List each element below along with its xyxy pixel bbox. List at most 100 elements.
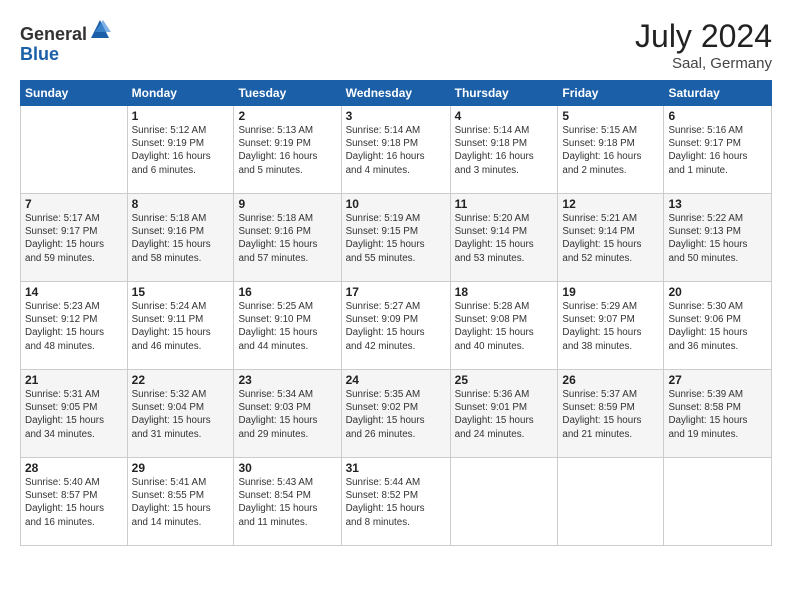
day-number: 6 <box>668 109 767 123</box>
day-number: 13 <box>668 197 767 211</box>
calendar-cell: 22Sunrise: 5:32 AMSunset: 9:04 PMDayligh… <box>127 370 234 458</box>
day-number: 28 <box>25 461 123 475</box>
day-number: 19 <box>562 285 659 299</box>
calendar-cell: 16Sunrise: 5:25 AMSunset: 9:10 PMDayligh… <box>234 282 341 370</box>
calendar-week-1: 7Sunrise: 5:17 AMSunset: 9:17 PMDaylight… <box>21 194 772 282</box>
calendar-cell: 12Sunrise: 5:21 AMSunset: 9:14 PMDayligh… <box>558 194 664 282</box>
calendar-cell: 28Sunrise: 5:40 AMSunset: 8:57 PMDayligh… <box>21 458 128 546</box>
calendar-cell: 26Sunrise: 5:37 AMSunset: 8:59 PMDayligh… <box>558 370 664 458</box>
calendar-cell <box>21 106 128 194</box>
calendar-header-row: Sunday Monday Tuesday Wednesday Thursday… <box>21 81 772 106</box>
calendar-cell: 30Sunrise: 5:43 AMSunset: 8:54 PMDayligh… <box>234 458 341 546</box>
cell-content: Sunrise: 5:24 AMSunset: 9:11 PMDaylight:… <box>132 300 230 353</box>
cell-content: Sunrise: 5:16 AMSunset: 9:17 PMDaylight:… <box>668 124 767 177</box>
cell-content: Sunrise: 5:19 AMSunset: 9:15 PMDaylight:… <box>346 212 446 265</box>
calendar-week-4: 28Sunrise: 5:40 AMSunset: 8:57 PMDayligh… <box>21 458 772 546</box>
day-number: 7 <box>25 197 123 211</box>
cell-content: Sunrise: 5:14 AMSunset: 9:18 PMDaylight:… <box>346 124 446 177</box>
cell-content: Sunrise: 5:18 AMSunset: 9:16 PMDaylight:… <box>132 212 230 265</box>
calendar-cell <box>664 458 772 546</box>
day-number: 5 <box>562 109 659 123</box>
cell-content: Sunrise: 5:21 AMSunset: 9:14 PMDaylight:… <box>562 212 659 265</box>
calendar-cell: 3Sunrise: 5:14 AMSunset: 9:18 PMDaylight… <box>341 106 450 194</box>
calendar-cell: 8Sunrise: 5:18 AMSunset: 9:16 PMDaylight… <box>127 194 234 282</box>
cell-content: Sunrise: 5:40 AMSunset: 8:57 PMDaylight:… <box>25 476 123 529</box>
cell-content: Sunrise: 5:28 AMSunset: 9:08 PMDaylight:… <box>455 300 554 353</box>
calendar-cell <box>450 458 558 546</box>
day-number: 1 <box>132 109 230 123</box>
cell-content: Sunrise: 5:35 AMSunset: 9:02 PMDaylight:… <box>346 388 446 441</box>
calendar-week-0: 1Sunrise: 5:12 AMSunset: 9:19 PMDaylight… <box>21 106 772 194</box>
day-number: 2 <box>238 109 336 123</box>
day-number: 3 <box>346 109 446 123</box>
calendar-cell: 24Sunrise: 5:35 AMSunset: 9:02 PMDayligh… <box>341 370 450 458</box>
calendar-cell: 31Sunrise: 5:44 AMSunset: 8:52 PMDayligh… <box>341 458 450 546</box>
cell-content: Sunrise: 5:25 AMSunset: 9:10 PMDaylight:… <box>238 300 336 353</box>
calendar-cell: 5Sunrise: 5:15 AMSunset: 9:18 PMDaylight… <box>558 106 664 194</box>
logo-icon <box>89 18 111 40</box>
day-number: 21 <box>25 373 123 387</box>
col-thursday: Thursday <box>450 81 558 106</box>
calendar-cell: 6Sunrise: 5:16 AMSunset: 9:17 PMDaylight… <box>664 106 772 194</box>
day-number: 12 <box>562 197 659 211</box>
title-block: July 2024 Saal, Germany <box>635 18 772 72</box>
calendar-cell: 9Sunrise: 5:18 AMSunset: 9:16 PMDaylight… <box>234 194 341 282</box>
logo: General Blue <box>20 18 111 65</box>
calendar-cell: 20Sunrise: 5:30 AMSunset: 9:06 PMDayligh… <box>664 282 772 370</box>
day-number: 29 <box>132 461 230 475</box>
calendar-cell: 7Sunrise: 5:17 AMSunset: 9:17 PMDaylight… <box>21 194 128 282</box>
calendar-cell: 4Sunrise: 5:14 AMSunset: 9:18 PMDaylight… <box>450 106 558 194</box>
cell-content: Sunrise: 5:32 AMSunset: 9:04 PMDaylight:… <box>132 388 230 441</box>
col-tuesday: Tuesday <box>234 81 341 106</box>
calendar-cell: 18Sunrise: 5:28 AMSunset: 9:08 PMDayligh… <box>450 282 558 370</box>
day-number: 16 <box>238 285 336 299</box>
logo-general: General <box>20 24 87 44</box>
day-number: 20 <box>668 285 767 299</box>
col-sunday: Sunday <box>21 81 128 106</box>
calendar-cell: 1Sunrise: 5:12 AMSunset: 9:19 PMDaylight… <box>127 106 234 194</box>
header: General Blue July 2024 Saal, Germany <box>20 18 772 72</box>
location: Saal, Germany <box>635 55 772 72</box>
calendar-cell: 19Sunrise: 5:29 AMSunset: 9:07 PMDayligh… <box>558 282 664 370</box>
col-saturday: Saturday <box>664 81 772 106</box>
day-number: 11 <box>455 197 554 211</box>
calendar-cell: 25Sunrise: 5:36 AMSunset: 9:01 PMDayligh… <box>450 370 558 458</box>
cell-content: Sunrise: 5:18 AMSunset: 9:16 PMDaylight:… <box>238 212 336 265</box>
cell-content: Sunrise: 5:22 AMSunset: 9:13 PMDaylight:… <box>668 212 767 265</box>
day-number: 23 <box>238 373 336 387</box>
cell-content: Sunrise: 5:15 AMSunset: 9:18 PMDaylight:… <box>562 124 659 177</box>
day-number: 10 <box>346 197 446 211</box>
day-number: 8 <box>132 197 230 211</box>
day-number: 31 <box>346 461 446 475</box>
calendar-cell: 27Sunrise: 5:39 AMSunset: 8:58 PMDayligh… <box>664 370 772 458</box>
calendar-cell: 13Sunrise: 5:22 AMSunset: 9:13 PMDayligh… <box>664 194 772 282</box>
calendar-cell: 14Sunrise: 5:23 AMSunset: 9:12 PMDayligh… <box>21 282 128 370</box>
day-number: 25 <box>455 373 554 387</box>
day-number: 4 <box>455 109 554 123</box>
cell-content: Sunrise: 5:29 AMSunset: 9:07 PMDaylight:… <box>562 300 659 353</box>
calendar-week-3: 21Sunrise: 5:31 AMSunset: 9:05 PMDayligh… <box>21 370 772 458</box>
calendar-cell: 2Sunrise: 5:13 AMSunset: 9:19 PMDaylight… <box>234 106 341 194</box>
calendar-week-2: 14Sunrise: 5:23 AMSunset: 9:12 PMDayligh… <box>21 282 772 370</box>
col-monday: Monday <box>127 81 234 106</box>
cell-content: Sunrise: 5:30 AMSunset: 9:06 PMDaylight:… <box>668 300 767 353</box>
calendar-cell: 10Sunrise: 5:19 AMSunset: 9:15 PMDayligh… <box>341 194 450 282</box>
cell-content: Sunrise: 5:41 AMSunset: 8:55 PMDaylight:… <box>132 476 230 529</box>
cell-content: Sunrise: 5:39 AMSunset: 8:58 PMDaylight:… <box>668 388 767 441</box>
logo-text: General Blue <box>20 18 111 65</box>
cell-content: Sunrise: 5:14 AMSunset: 9:18 PMDaylight:… <box>455 124 554 177</box>
logo-blue: Blue <box>20 44 59 64</box>
col-wednesday: Wednesday <box>341 81 450 106</box>
day-number: 27 <box>668 373 767 387</box>
day-number: 24 <box>346 373 446 387</box>
cell-content: Sunrise: 5:36 AMSunset: 9:01 PMDaylight:… <box>455 388 554 441</box>
cell-content: Sunrise: 5:20 AMSunset: 9:14 PMDaylight:… <box>455 212 554 265</box>
page: General Blue July 2024 Saal, Germany Sun… <box>0 0 792 612</box>
cell-content: Sunrise: 5:34 AMSunset: 9:03 PMDaylight:… <box>238 388 336 441</box>
cell-content: Sunrise: 5:27 AMSunset: 9:09 PMDaylight:… <box>346 300 446 353</box>
cell-content: Sunrise: 5:43 AMSunset: 8:54 PMDaylight:… <box>238 476 336 529</box>
cell-content: Sunrise: 5:12 AMSunset: 9:19 PMDaylight:… <box>132 124 230 177</box>
day-number: 14 <box>25 285 123 299</box>
cell-content: Sunrise: 5:13 AMSunset: 9:19 PMDaylight:… <box>238 124 336 177</box>
calendar-cell <box>558 458 664 546</box>
